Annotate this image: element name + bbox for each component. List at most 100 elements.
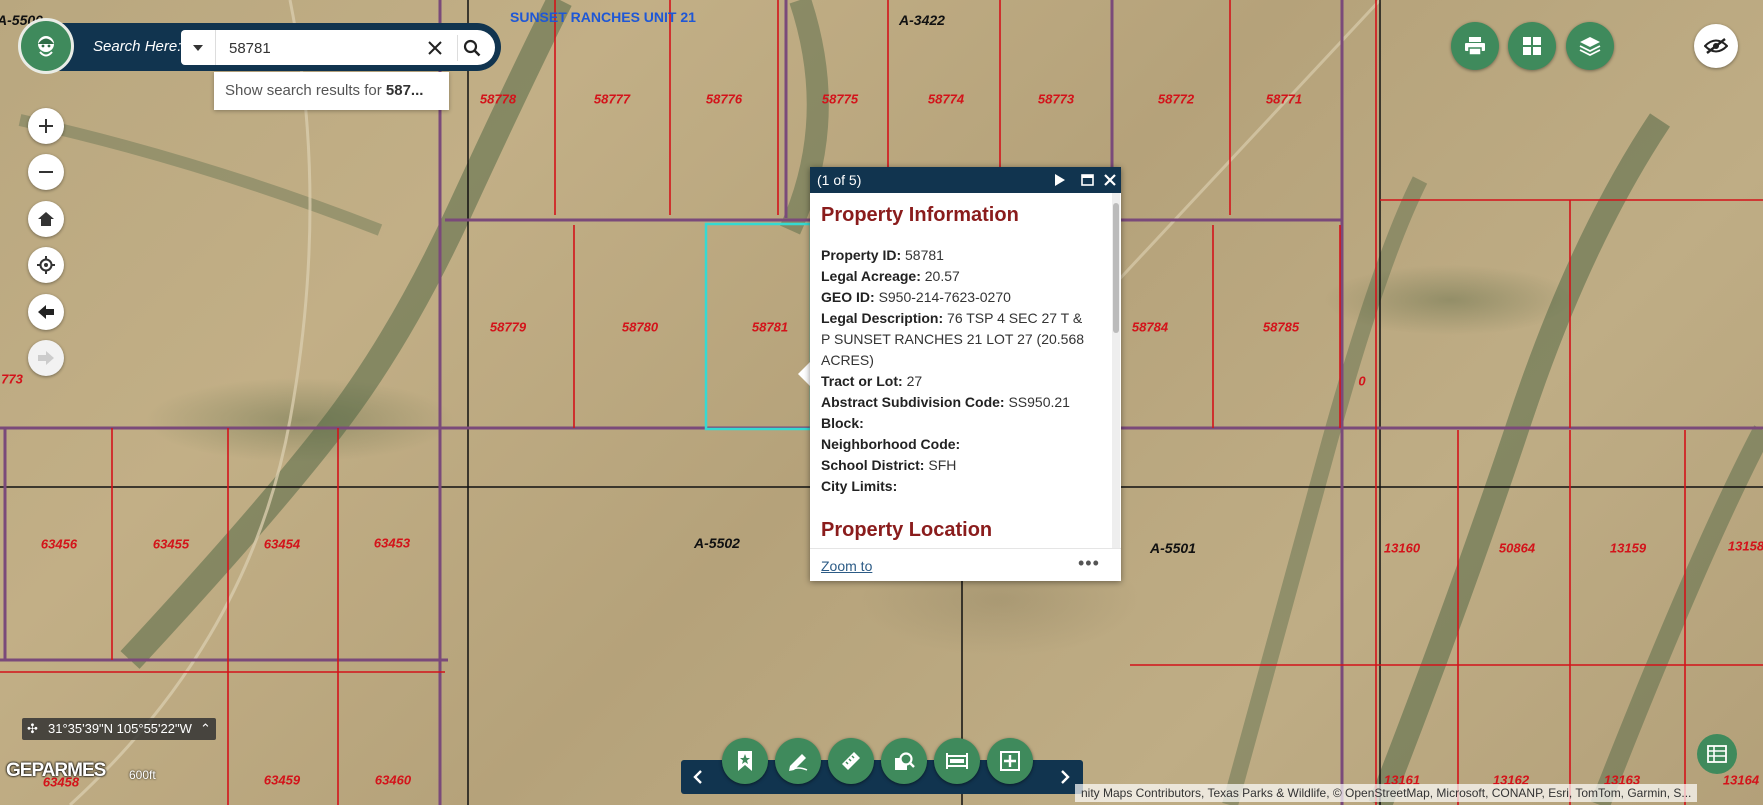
field-label: Legal Description: (821, 310, 944, 326)
parcel-label: 58784 (1131, 319, 1169, 335)
popup-scrollbar[interactable] (1112, 193, 1120, 548)
toolbar-prev-button[interactable] (687, 766, 709, 788)
app-logo[interactable] (18, 18, 74, 74)
layers-button[interactable] (1566, 22, 1614, 70)
clear-search-button[interactable] (423, 36, 447, 60)
add-data-button[interactable] (987, 738, 1033, 784)
field-value: S950-214-7623-0270 (878, 289, 1011, 305)
parcel-label: 58781 (751, 319, 789, 335)
search-suggestion[interactable]: Show search results for 587... (214, 72, 449, 110)
move-icon: ✣ (27, 721, 38, 736)
draw-icon (789, 754, 808, 771)
brand-watermark: GEPARMES (6, 760, 106, 781)
parcel-label: 50864 (1498, 540, 1536, 556)
search-box (181, 30, 495, 65)
suggestion-term: 587... (385, 82, 424, 99)
grid-icon (1523, 37, 1541, 55)
parcel-label: 58775 (821, 91, 859, 107)
chevron-up-icon[interactable]: ⌃ (200, 718, 211, 740)
parcel-label: 773 (1, 371, 23, 387)
field-value: 27 (906, 373, 923, 389)
forward-arrow-icon (38, 351, 54, 365)
minus-icon (39, 171, 53, 173)
next-extent-button[interactable] (28, 340, 64, 376)
identify-button[interactable] (881, 738, 927, 784)
parcel-label: 58772 (1157, 91, 1195, 107)
identify-icon (895, 752, 915, 770)
property-popup: (1 of 5) Property Information Property I… (810, 167, 1121, 581)
field-label: School District: (821, 457, 925, 473)
field-label: City Limits: (821, 478, 898, 494)
close-popup-button[interactable] (1101, 171, 1119, 189)
print-button[interactable] (1451, 22, 1499, 70)
popup-feature-count: (1 of 5) (817, 172, 862, 188)
scrollbar-thumb[interactable] (1113, 203, 1119, 333)
locate-icon (37, 256, 55, 274)
more-actions-button[interactable]: ••• (1078, 553, 1100, 574)
subdivision-label: SUNSET RANCHES UNIT 21 (510, 9, 696, 25)
toggle-visibility-button[interactable] (1694, 24, 1738, 68)
field-geo-id: GEO ID: S950-214-7623-0270 (821, 287, 1091, 308)
field-label: Legal Acreage: (821, 268, 921, 284)
field-value: 58781 (905, 247, 944, 263)
plus-icon (39, 119, 53, 133)
select-icon (946, 753, 968, 769)
parcel-label: 58785 (1262, 319, 1300, 335)
parcel-label: 0 (1358, 373, 1366, 389)
scale-bar: 600ft (129, 768, 156, 782)
section-title-property-location: Property Location (821, 519, 993, 541)
map-attribution: nity Maps Contributors, Texas Parks & Wi… (1075, 784, 1698, 802)
layers-icon (1579, 37, 1601, 56)
draw-button[interactable] (775, 738, 821, 784)
close-icon (428, 41, 442, 55)
home-icon (38, 212, 54, 226)
section-title-property-info: Property Information (821, 204, 1019, 226)
select-button[interactable] (934, 738, 980, 784)
field-label: Neighborhood Code: (821, 436, 961, 452)
parcel-label: 63456 (40, 536, 78, 552)
search-source-dropdown[interactable] (181, 30, 216, 65)
field-neighborhood-code: Neighborhood Code: (821, 434, 1091, 455)
toolbar-next-button[interactable] (1054, 766, 1076, 788)
field-label: Abstract Subdivision Code: (821, 394, 1005, 410)
field-tract-lot: Tract or Lot: 27 (821, 371, 1091, 392)
suggestion-prefix: Show search results for (225, 82, 386, 99)
basemap-gallery-button[interactable] (1508, 22, 1556, 70)
zoom-to-link[interactable]: Zoom to (821, 558, 872, 574)
parcel-label: 58773 (1037, 91, 1075, 107)
parcel-label: 13164 (1722, 772, 1760, 788)
maximize-button[interactable] (1078, 171, 1096, 189)
bookmarks-button[interactable] (722, 738, 768, 784)
play-icon (1055, 174, 1065, 186)
search-input[interactable] (227, 35, 411, 61)
previous-extent-button[interactable] (28, 294, 64, 330)
measure-button[interactable] (828, 738, 874, 784)
field-label: Property ID: (821, 247, 902, 263)
abstract-label: A-5501 (1150, 540, 1196, 556)
caret-down-icon (193, 44, 203, 51)
add-icon (1000, 751, 1020, 771)
zoom-out-button[interactable] (28, 154, 64, 190)
chevron-left-icon (693, 770, 702, 784)
table-icon (1707, 745, 1727, 763)
field-property-id: Property ID: 58781 (821, 245, 1091, 266)
popup-body: Property Information Property ID: 58781 … (810, 193, 1110, 548)
zoom-in-button[interactable] (28, 108, 64, 144)
next-feature-button[interactable] (1051, 171, 1069, 189)
field-label: GEO ID: (821, 289, 875, 305)
attribute-table-button[interactable] (1697, 734, 1737, 774)
popup-header: (1 of 5) (810, 167, 1121, 193)
field-label: Tract or Lot: (821, 373, 903, 389)
logo-icon (38, 36, 54, 57)
field-value: SFH (928, 457, 957, 473)
parcel-label: 58780 (621, 319, 659, 335)
parcel-label: 13159 (1609, 540, 1647, 556)
locate-button[interactable] (28, 247, 64, 283)
search-button[interactable] (457, 35, 486, 61)
bookmark-icon (738, 751, 752, 771)
parcel-label: 63453 (373, 535, 411, 551)
search-label: Search Here: (93, 38, 182, 55)
home-button[interactable] (28, 201, 64, 237)
parcel-label: 58774 (927, 91, 965, 107)
parcel-label: 63460 (374, 772, 412, 788)
